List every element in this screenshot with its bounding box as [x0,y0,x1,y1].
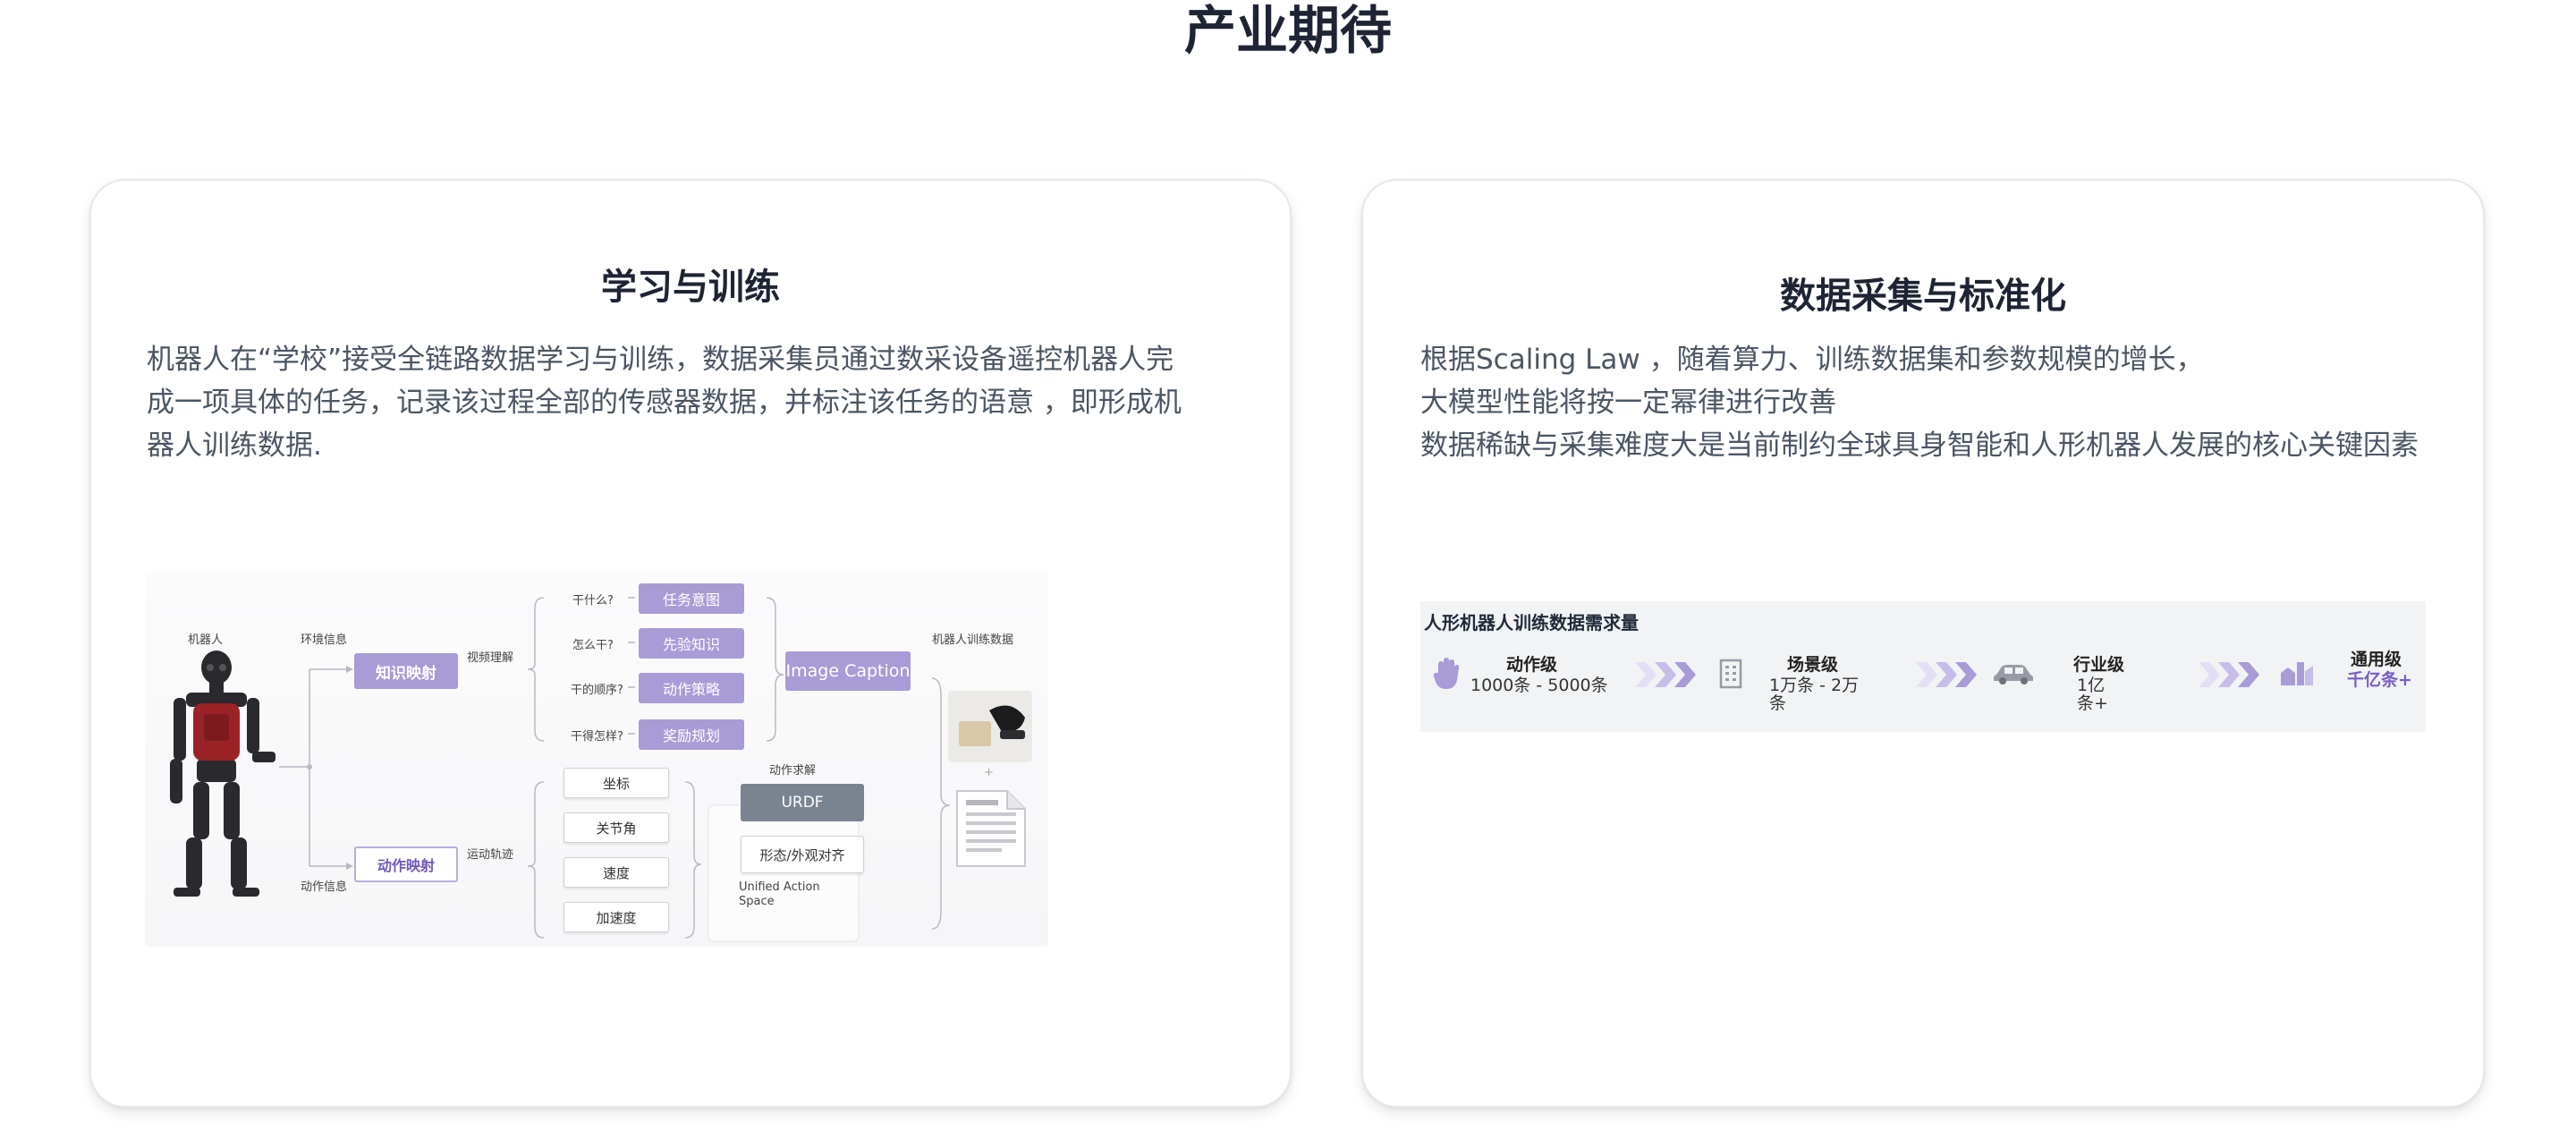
video-understanding-label: 视频理解 [467,651,514,665]
level-value: 1000条 - 5000条 [1470,676,1608,695]
card-description: 机器人在“学校”接受全链路数据学习与训练，数据采集员通过数采设备遥控机器人完 成… [147,338,1247,467]
question-label: 干得怎样? [571,730,623,744]
task-photo-thumbnail [948,691,1032,762]
image-caption-box: Image Caption [785,651,911,691]
humanoid-robot-image [170,651,275,897]
card-description: 根据Scaling Law ，随着算力、训练数据集和参数规模的增长， 大模型性能… [1420,338,2476,467]
task-intent-box: 任务意图 [639,583,744,614]
knowledge-mapping-box: 知识映射 [354,653,458,689]
description-line: 机器人在“学校”接受全链路数据学习与训练，数据采集员通过数采设备遥控机器人完 [147,344,1174,376]
prior-knowledge-box: 先验知识 [639,628,744,659]
level-value: 1亿条+ [2077,676,2108,713]
training-data-label: 机器人训练数据 [932,634,1014,647]
level-value: 千亿条+ [2347,670,2412,690]
card-title: 数据采集与标准化 [1780,276,2066,317]
question-label: 干什么? [572,594,614,608]
training-pipeline-diagram: 机器人 环境信息 动作信息 知识映射 动作映射 视频理解 运动轨迹 干什么? 怎… [145,571,1048,947]
panel-title: 人形机器人训练数据需求量 [1424,612,1639,634]
description-line: 大模型性能将按一定幂律进行改善 [1420,387,1836,419]
training-data-demand-panel: 人形机器人训练数据需求量 动作级 1000条 - 5000条 场景级 1万条 -… [1420,601,2426,732]
robot-label: 机器人 [188,634,224,647]
level-label: 动作级 [1506,655,1558,675]
description-line: 器人训练数据. [147,429,322,462]
joint-angle-box: 关节角 [564,812,669,843]
action-mapping-box: 动作映射 [354,846,458,882]
level-label: 场景级 [1787,655,1839,675]
velocity-box: 速度 [564,857,669,888]
urdf-box: URDF [741,784,864,821]
description-line: 成一项具体的任务，记录该过程全部的传感器数据，并标注该任务的语意 ，即形成机 [147,387,1182,419]
reward-planning-box: 奖励规划 [639,719,744,750]
chevrons-icon [1635,662,1696,687]
page-title: 产业期待 [1183,0,1392,61]
level-label: 行业级 [2073,655,2125,675]
hand-icon [1433,658,1460,689]
plus-icon: + [984,766,994,779]
acceleration-box: 加速度 [564,902,669,932]
level-label: 通用级 [2351,650,2402,669]
chevrons-icon [2199,662,2259,687]
car-icon [1994,665,2033,685]
action-policy-box: 动作策略 [639,673,744,703]
unified-action-space-label: Unified Action Space [739,880,820,908]
card-title: 学习与训练 [601,267,780,308]
description-line: 根据Scaling Law ，随着算力、训练数据集和参数规模的增长， [1420,344,2204,376]
action-solve-label: 动作求解 [769,764,817,778]
city-icon [2281,662,2313,685]
question-label: 怎么干? [572,639,614,652]
motion-trajectory-label: 运动轨迹 [467,848,514,862]
question-label: 干的顺序? [571,684,623,697]
diagram-connectors [279,597,951,942]
description-line: 数据稀缺与采集难度大是当前制约全球具身智能和人形机器人发展的核心关键因素 [1420,429,2419,462]
chevrons-icon [1916,662,1977,687]
building-icon [1719,659,1742,689]
action-info-label: 动作信息 [301,880,348,894]
document-icon [956,790,1026,867]
env-info-label: 环境信息 [301,634,348,647]
shape-align-box: 形态/外观对齐 [741,836,864,873]
learning-training-card: 学习与训练 机器人在“学校”接受全链路数据学习与训练，数据采集员通过数采设备遥控… [89,179,1292,1108]
level-value: 1万条 - 2万条 [1769,676,1860,713]
data-collection-card: 数据采集与标准化 根据Scaling Law ，随着算力、训练数据集和参数规模的… [1361,179,2485,1108]
coordinate-box: 坐标 [564,768,669,798]
